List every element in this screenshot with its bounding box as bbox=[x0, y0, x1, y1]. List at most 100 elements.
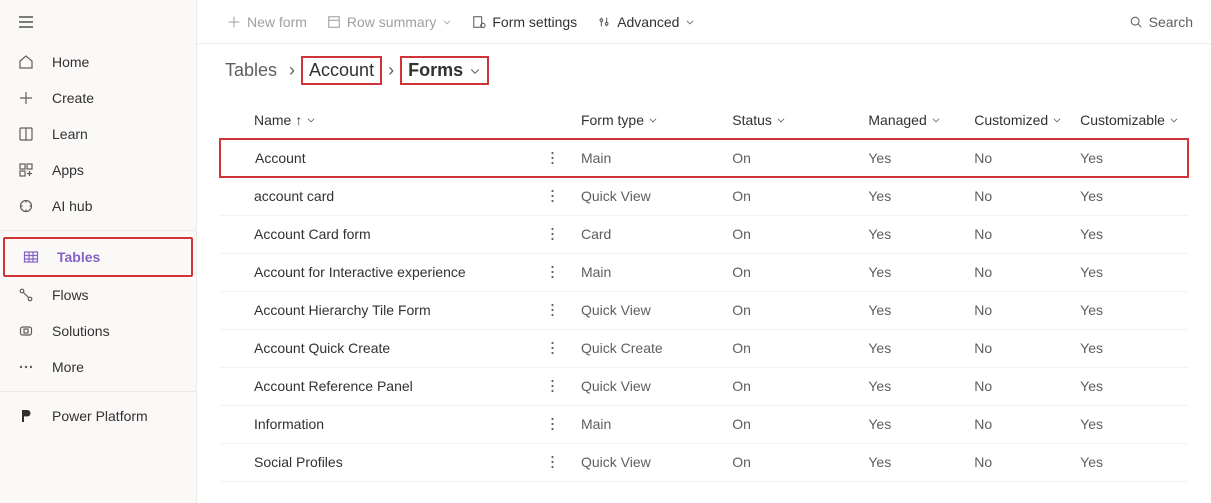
command-bar: New form Row summary Form settings Advan… bbox=[197, 0, 1211, 44]
row-menu-button[interactable] bbox=[543, 253, 573, 291]
cell-name: Account Quick Create bbox=[220, 329, 543, 367]
cell-customized: No bbox=[966, 253, 1072, 291]
apps-icon bbox=[18, 162, 34, 178]
sidebar-item-learn[interactable]: Learn bbox=[0, 116, 196, 152]
advanced-button[interactable]: Advanced bbox=[589, 6, 703, 38]
powerplatform-icon bbox=[18, 408, 34, 424]
row-summary-button[interactable]: Row summary bbox=[319, 6, 460, 38]
table-row[interactable]: Account Card formCardOnYesNoYes bbox=[220, 215, 1188, 253]
cell-status: On bbox=[724, 215, 860, 253]
cell-status: On bbox=[724, 139, 860, 177]
cell-name: Account for Interactive experience bbox=[220, 253, 543, 291]
hamburger-icon[interactable] bbox=[18, 14, 34, 30]
cell-status: On bbox=[724, 291, 860, 329]
row-summary-label: Row summary bbox=[347, 14, 436, 30]
plus-icon bbox=[227, 15, 241, 29]
cell-managed: Yes bbox=[860, 405, 966, 443]
row-summary-icon bbox=[327, 15, 341, 29]
more-vertical-icon bbox=[551, 265, 554, 279]
cell-managed: Yes bbox=[860, 367, 966, 405]
col-header-customizable[interactable]: Customizable bbox=[1080, 112, 1179, 128]
new-form-button[interactable]: New form bbox=[219, 6, 315, 38]
cell-customizable: Yes bbox=[1072, 367, 1188, 405]
cell-customizable: Yes bbox=[1072, 291, 1188, 329]
cell-form-type: Card bbox=[573, 215, 724, 253]
table-row[interactable]: InformationMainOnYesNoYes bbox=[220, 405, 1188, 443]
sidebar-item-label: Learn bbox=[52, 126, 88, 142]
cell-status: On bbox=[724, 177, 860, 215]
search-input[interactable]: Search bbox=[1121, 6, 1201, 38]
more-vertical-icon bbox=[551, 417, 554, 431]
more-vertical-icon bbox=[551, 151, 554, 165]
main: New form Row summary Form settings Advan… bbox=[197, 0, 1211, 503]
cell-managed: Yes bbox=[860, 253, 966, 291]
advanced-label: Advanced bbox=[617, 14, 679, 30]
plus-icon bbox=[18, 90, 34, 106]
row-menu-button[interactable] bbox=[543, 443, 573, 481]
sidebar-item-apps[interactable]: Apps bbox=[0, 152, 196, 188]
row-menu-button[interactable] bbox=[543, 139, 573, 177]
form-settings-button[interactable]: Form settings bbox=[464, 6, 585, 38]
col-header-customized[interactable]: Customized bbox=[974, 112, 1062, 128]
col-header-name[interactable]: Name ↑ bbox=[254, 112, 316, 128]
sidebar-item-home[interactable]: Home bbox=[0, 44, 196, 80]
row-menu-button[interactable] bbox=[543, 329, 573, 367]
sidebar-item-flows[interactable]: Flows bbox=[0, 277, 196, 313]
chevron-down-icon bbox=[1169, 115, 1179, 125]
cell-form-type: Quick Create bbox=[573, 329, 724, 367]
sidebar-item-tables[interactable]: Tables bbox=[5, 239, 191, 275]
sidebar-item-create[interactable]: Create bbox=[0, 80, 196, 116]
col-header-formtype[interactable]: Form type bbox=[581, 112, 658, 128]
table-row[interactable]: Social ProfilesQuick ViewOnYesNoYes bbox=[220, 443, 1188, 481]
cell-status: On bbox=[724, 443, 860, 481]
more-vertical-icon bbox=[551, 189, 554, 203]
cell-status: On bbox=[724, 367, 860, 405]
cell-customizable: Yes bbox=[1072, 443, 1188, 481]
cell-form-type: Quick View bbox=[573, 367, 724, 405]
row-menu-button[interactable] bbox=[543, 405, 573, 443]
table-row[interactable]: Account Reference PanelQuick ViewOnYesNo… bbox=[220, 367, 1188, 405]
solutions-icon bbox=[18, 323, 34, 339]
cell-status: On bbox=[724, 405, 860, 443]
more-icon bbox=[18, 359, 34, 375]
row-menu-button[interactable] bbox=[543, 291, 573, 329]
cell-customized: No bbox=[966, 405, 1072, 443]
sidebar-item-powerplatform[interactable]: Power Platform bbox=[0, 398, 196, 434]
row-menu-button[interactable] bbox=[543, 177, 573, 215]
sidebar-item-solutions[interactable]: Solutions bbox=[0, 313, 196, 349]
cell-customized: No bbox=[966, 367, 1072, 405]
cell-managed: Yes bbox=[860, 291, 966, 329]
row-menu-button[interactable] bbox=[543, 215, 573, 253]
table-row[interactable]: AccountMainOnYesNoYes bbox=[220, 139, 1188, 177]
cell-customizable: Yes bbox=[1072, 215, 1188, 253]
form-settings-icon bbox=[472, 15, 486, 29]
cell-managed: Yes bbox=[860, 215, 966, 253]
row-menu-button[interactable] bbox=[543, 367, 573, 405]
crumb-account[interactable]: Account bbox=[301, 56, 382, 85]
home-icon bbox=[18, 54, 34, 70]
crumb-tables[interactable]: Tables bbox=[219, 58, 283, 83]
chevron-down-icon bbox=[1052, 115, 1062, 125]
cell-form-type: Main bbox=[573, 405, 724, 443]
chevron-down-icon bbox=[776, 115, 786, 125]
settings-icon bbox=[597, 15, 611, 29]
sidebar-item-label: Solutions bbox=[52, 323, 110, 339]
chevron-down-icon bbox=[685, 17, 695, 27]
col-header-managed[interactable]: Managed bbox=[868, 112, 940, 128]
ai-icon bbox=[18, 198, 34, 214]
table-row[interactable]: Account Quick CreateQuick CreateOnYesNoY… bbox=[220, 329, 1188, 367]
table-row[interactable]: Account for Interactive experienceMainOn… bbox=[220, 253, 1188, 291]
sidebar-item-aihub[interactable]: AI hub bbox=[0, 188, 196, 224]
sidebar-item-more[interactable]: More bbox=[0, 349, 196, 385]
cell-managed: Yes bbox=[860, 139, 966, 177]
book-icon bbox=[18, 126, 34, 142]
cell-form-type: Quick View bbox=[573, 177, 724, 215]
cell-customized: No bbox=[966, 291, 1072, 329]
crumb-forms[interactable]: Forms bbox=[400, 56, 489, 85]
chevron-down-icon bbox=[469, 65, 481, 77]
col-header-status[interactable]: Status bbox=[732, 112, 786, 128]
cell-form-type: Quick View bbox=[573, 291, 724, 329]
search-icon bbox=[1129, 15, 1143, 29]
table-row[interactable]: Account Hierarchy Tile FormQuick ViewOnY… bbox=[220, 291, 1188, 329]
table-row[interactable]: account cardQuick ViewOnYesNoYes bbox=[220, 177, 1188, 215]
